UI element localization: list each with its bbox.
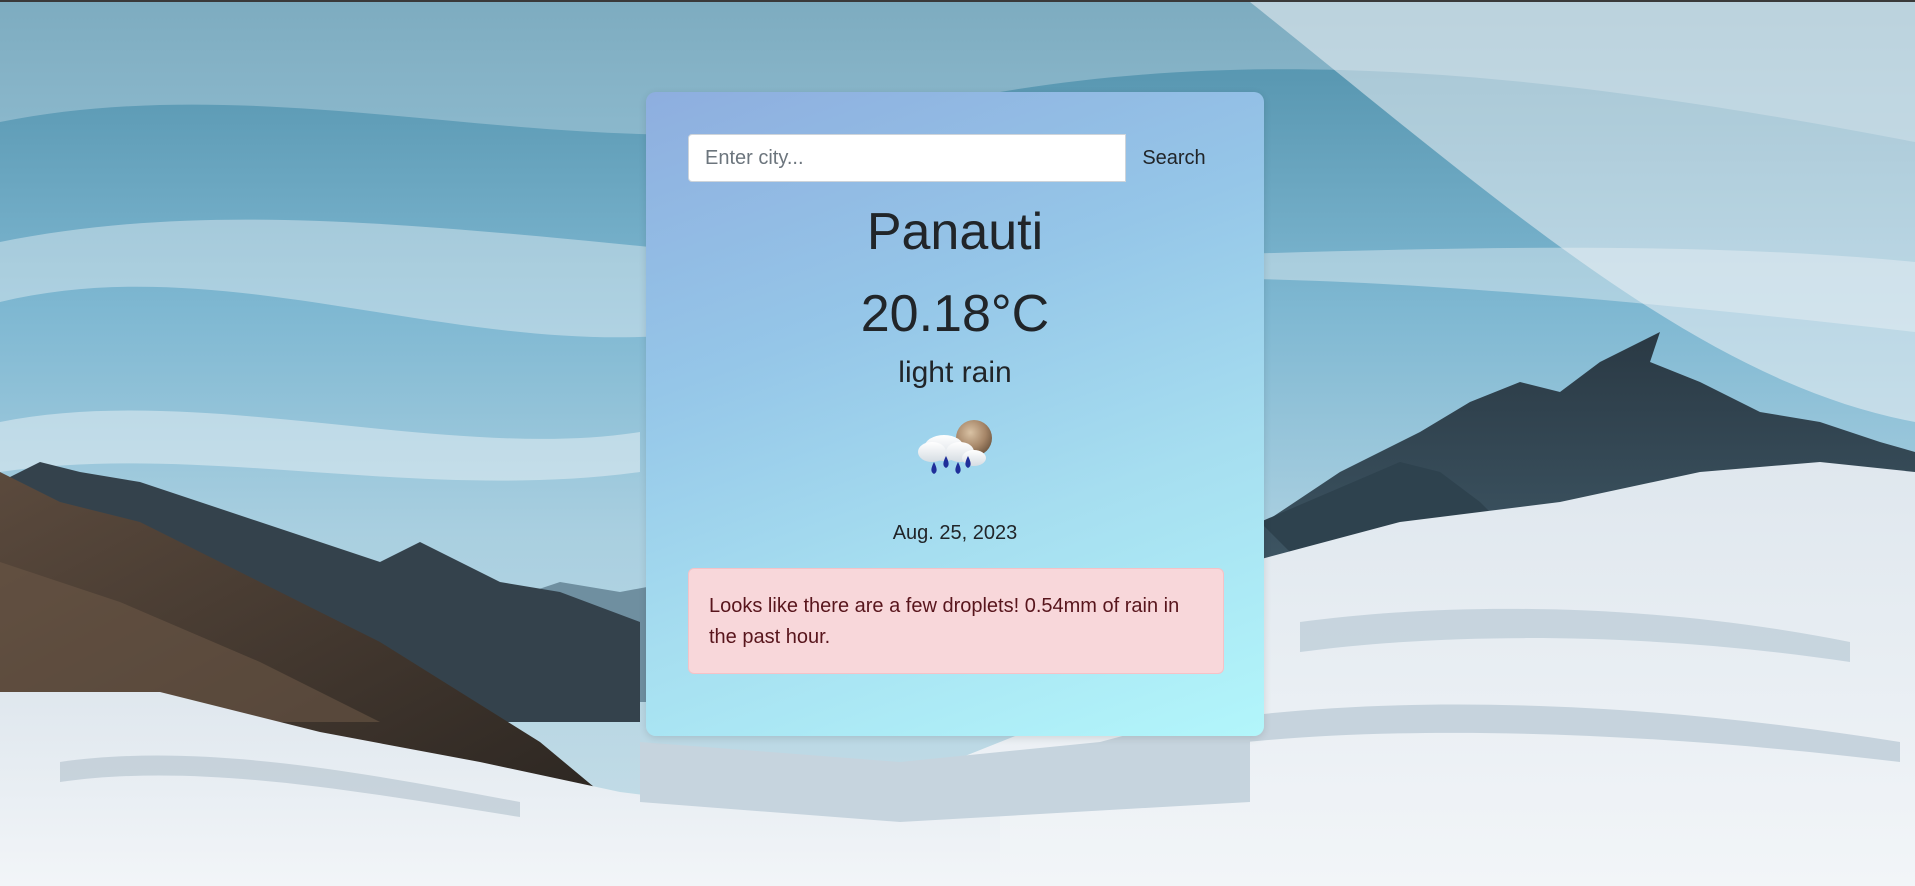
weather-description: light rain	[898, 356, 1012, 389]
search-button[interactable]: Search	[1126, 134, 1222, 182]
city-search-input[interactable]	[688, 134, 1126, 182]
city-name: Panauti	[866, 203, 1044, 261]
weather-card: Search Panauti 20.18°C light rain Aug. 2…	[646, 92, 1264, 736]
temperature-value: 20.18°C	[860, 285, 1050, 343]
rain-alert-message: Looks like there are a few droplets! 0.5…	[709, 595, 1180, 648]
rain-cloud-sun-icon	[918, 420, 992, 474]
rain-alert: Looks like there are a few droplets! 0.5…	[688, 568, 1224, 674]
search-bar: Search	[688, 134, 1228, 182]
weather-date: Aug. 25, 2023	[892, 522, 1018, 544]
